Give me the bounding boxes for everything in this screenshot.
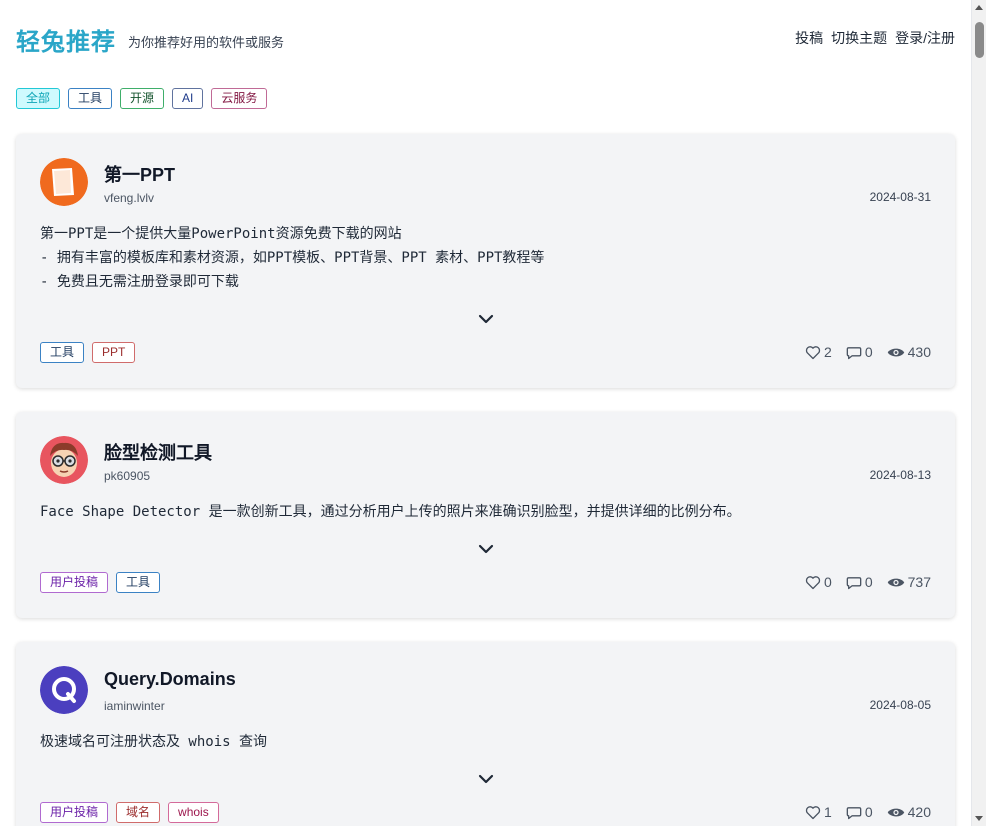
card-author[interactable]: iaminwinter [104, 699, 165, 713]
chevron-down-icon[interactable] [477, 772, 495, 784]
ppt-logo-icon [40, 158, 88, 206]
recommendation-card[interactable]: Query.Domains iaminwinter 2024-08-05 极速域… [16, 642, 955, 826]
scroll-down-icon[interactable] [975, 816, 983, 821]
tag-item[interactable]: 域名 [116, 802, 161, 823]
like-button[interactable]: 0 [805, 574, 832, 590]
card-tags: 工具 PPT [40, 342, 136, 363]
category-filters: 全部 工具 开源 AI 云服务 [16, 88, 268, 109]
card-stats: 2 0 430 [805, 344, 931, 360]
scrollbar-thumb[interactable] [975, 22, 984, 58]
comment-button[interactable]: 0 [846, 344, 873, 360]
recommendation-card[interactable]: 脸型检测工具 pk60905 2024-08-13 Face Shape Det… [16, 412, 955, 618]
card-description: 第一PPT是一个提供大量PowerPoint资源免费下载的网站 - 拥有丰富的模… [40, 226, 545, 290]
filter-cloud[interactable]: 云服务 [211, 88, 268, 109]
comment-count: 0 [864, 344, 873, 360]
card-title[interactable]: 第一PPT [104, 161, 175, 187]
card-tags: 用户投稿 工具 [40, 572, 161, 593]
like-count: 1 [824, 804, 832, 820]
view-count: 420 [907, 804, 931, 820]
comment-button[interactable]: 0 [846, 574, 873, 590]
view-count: 737 [907, 574, 931, 590]
card-tags: 用户投稿 域名 whois [40, 802, 219, 823]
submit-link[interactable]: 投稿 [795, 28, 823, 48]
card-date: 2024-08-31 [869, 190, 931, 204]
comment-icon [846, 346, 862, 359]
q-logo-icon [40, 666, 88, 714]
card-stats: 1 0 420 [805, 804, 931, 820]
scroll-up-icon[interactable] [975, 5, 983, 10]
like-button[interactable]: 1 [805, 804, 832, 820]
chevron-down-icon[interactable] [477, 312, 495, 324]
like-count: 0 [824, 574, 832, 590]
top-nav: 投稿 切换主题 登录/注册 [795, 28, 955, 48]
comment-button[interactable]: 0 [846, 804, 873, 820]
eye-icon [887, 808, 904, 816]
card-date: 2024-08-13 [869, 468, 931, 482]
switch-theme-link[interactable]: 切换主题 [831, 28, 887, 48]
heart-icon [805, 345, 821, 359]
tag-item[interactable]: 工具 [40, 342, 85, 363]
like-count: 2 [824, 344, 832, 360]
vertical-scrollbar[interactable] [971, 0, 986, 826]
card-stats: 0 0 737 [805, 574, 931, 590]
slogan: 为你推荐好用的软件或服务 [128, 35, 285, 50]
card-description: Face Shape Detector 是一款创新工具，通过分析用户上传的照片来… [40, 504, 741, 520]
comment-count: 0 [864, 804, 873, 820]
face-glasses-icon [40, 436, 88, 484]
heart-icon [805, 805, 821, 819]
comment-icon [846, 806, 862, 819]
brand-logo[interactable]: 轻兔推荐 [16, 22, 116, 57]
filter-all[interactable]: 全部 [16, 88, 61, 109]
views: 420 [887, 804, 931, 820]
views: 737 [887, 574, 931, 590]
filter-ai[interactable]: AI [172, 88, 204, 109]
page: 轻兔推荐 为你推荐好用的软件或服务 投稿 切换主题 登录/注册 全部 工具 开源… [0, 0, 971, 826]
login-register-link[interactable]: 登录/注册 [895, 28, 955, 48]
recommendation-card[interactable]: 第一PPT vfeng.lvlv 2024-08-31 第一PPT是一个提供大量… [16, 134, 955, 388]
views: 430 [887, 344, 931, 360]
card-title[interactable]: 脸型检测工具 [104, 439, 212, 465]
tag-item[interactable]: 用户投稿 [40, 572, 109, 593]
heart-icon [805, 575, 821, 589]
comment-icon [846, 576, 862, 589]
chevron-down-icon[interactable] [477, 542, 495, 554]
filter-tools[interactable]: 工具 [68, 88, 113, 109]
card-date: 2024-08-05 [869, 698, 931, 712]
tag-item[interactable]: 工具 [116, 572, 161, 593]
tag-item[interactable]: PPT [92, 342, 136, 363]
like-button[interactable]: 2 [805, 344, 832, 360]
card-author[interactable]: pk60905 [104, 469, 150, 483]
tag-item[interactable]: 用户投稿 [40, 802, 109, 823]
view-count: 430 [907, 344, 931, 360]
tag-item[interactable]: whois [168, 802, 219, 823]
card-title[interactable]: Query.Domains [104, 669, 236, 690]
header: 轻兔推荐 为你推荐好用的软件或服务 投稿 切换主题 登录/注册 [16, 18, 955, 58]
comment-count: 0 [864, 574, 873, 590]
card-author[interactable]: vfeng.lvlv [104, 191, 154, 205]
filter-open-source[interactable]: 开源 [120, 88, 165, 109]
card-description: 极速域名可注册状态及 whois 查询 [40, 734, 268, 750]
eye-icon [887, 578, 904, 586]
eye-icon [887, 348, 904, 356]
